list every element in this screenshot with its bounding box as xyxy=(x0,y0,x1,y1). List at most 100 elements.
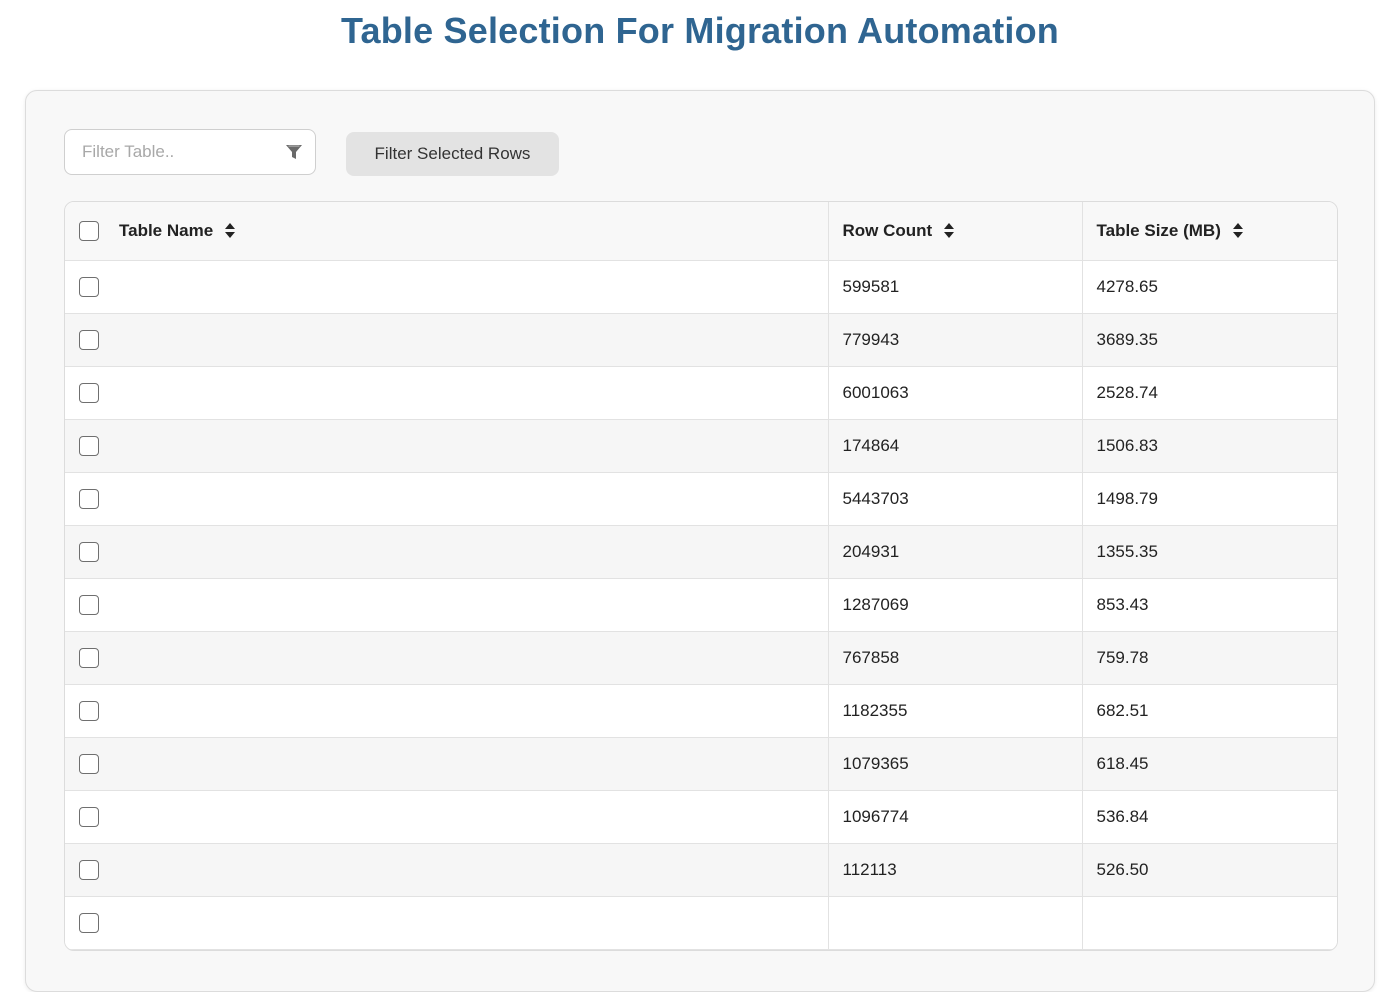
table-row[interactable]: 1096774 536.84 xyxy=(65,790,1337,844)
row-count-cell: 767858 xyxy=(827,631,1082,685)
table-size-cell: 536.84 xyxy=(1081,790,1337,844)
table-size-value: 759.78 xyxy=(1096,647,1149,667)
row-count-cell: 1287069 xyxy=(827,578,1082,632)
funnel-icon[interactable] xyxy=(285,143,303,161)
column-label-table-size: Table Size (MB) xyxy=(1096,220,1221,240)
row-checkbox[interactable] xyxy=(79,329,99,350)
table-size-value: 853.43 xyxy=(1096,594,1149,614)
sort-up-down-icon[interactable] xyxy=(225,223,236,239)
column-label-table-name: Table Name xyxy=(119,220,214,240)
table-size-cell: 4278.65 xyxy=(1081,260,1337,314)
filter-table-box[interactable] xyxy=(64,129,316,175)
table-row[interactable]: 1079365 618.45 xyxy=(65,737,1337,791)
table-size-value: 526.50 xyxy=(1096,859,1149,879)
row-checkbox[interactable] xyxy=(79,276,99,297)
page-title: Table Selection For Migration Automation xyxy=(340,10,1059,51)
row-count-value: 174864 xyxy=(842,435,900,455)
table-row[interactable]: 112113 526.50 xyxy=(65,843,1337,897)
column-header-table-size: Table Size (MB) xyxy=(1081,202,1337,261)
column-header-table-name: Table Name xyxy=(65,202,828,261)
row-count-value: 599581 xyxy=(842,276,900,296)
table-size-value: 618.45 xyxy=(1096,753,1149,773)
row-count-value: 767858 xyxy=(842,647,900,667)
table-size-value: 682.51 xyxy=(1096,700,1149,720)
row-checkbox[interactable] xyxy=(79,700,99,721)
table-name-cell xyxy=(65,631,828,685)
table-selection-panel: Filter Selected Rows Table Name xyxy=(25,90,1375,992)
table-name-cell xyxy=(65,737,828,791)
tables-table: Table Name Row Count Table Size (MB) 599… xyxy=(65,202,1337,950)
sort-up-down-icon[interactable] xyxy=(1232,223,1243,239)
table-row[interactable]: 1182355 682.51 xyxy=(65,684,1337,738)
table-name-cell xyxy=(65,684,828,738)
column-header-row-count: Row Count xyxy=(827,202,1082,261)
filter-table-input[interactable] xyxy=(66,131,276,173)
table-row[interactable]: 6001063 2528.74 xyxy=(65,366,1337,420)
row-count-cell: 1079365 xyxy=(827,737,1082,791)
table-size-cell: 526.50 xyxy=(1081,843,1337,897)
row-count-cell: 112113 xyxy=(827,843,1082,897)
row-checkbox[interactable] xyxy=(79,541,99,562)
table-row[interactable]: 599581 4278.65 xyxy=(65,260,1337,314)
column-label-row-count: Row Count xyxy=(842,220,933,240)
table-row[interactable]: 767858 759.78 xyxy=(65,631,1337,685)
table-name-cell xyxy=(65,843,828,897)
row-count-value: 1096774 xyxy=(842,806,909,826)
table-row[interactable]: 204931 1355.35 xyxy=(65,525,1337,579)
table-header-row: Table Name Row Count Table Size (MB) xyxy=(65,202,1337,261)
row-count-value: 204931 xyxy=(842,541,900,561)
row-count-value: 1287069 xyxy=(842,594,909,614)
table-size-cell: 1355.35 xyxy=(1081,525,1337,579)
row-count-cell: 6001063 xyxy=(827,366,1082,420)
sort-up-down-icon[interactable] xyxy=(944,223,955,239)
select-all-checkbox[interactable] xyxy=(79,220,99,241)
table-size-cell: 1498.79 xyxy=(1081,472,1337,526)
row-count-value: 6001063 xyxy=(842,382,909,402)
table-size-cell: 853.43 xyxy=(1081,578,1337,632)
row-count-cell: 1096774 xyxy=(827,790,1082,844)
table-body: 599581 4278.65 779943 3689.35 6001063 25… xyxy=(65,260,1337,950)
table-size-cell: 1506.83 xyxy=(1081,419,1337,473)
table-row[interactable]: 1287069 853.43 xyxy=(65,578,1337,632)
row-count-cell: 174864 xyxy=(827,419,1082,473)
row-checkbox[interactable] xyxy=(79,594,99,615)
table-size-value: 1506.83 xyxy=(1096,435,1158,455)
table-row[interactable]: 174864 1506.83 xyxy=(65,419,1337,473)
table-size-value: 1498.79 xyxy=(1096,488,1158,508)
row-checkbox[interactable] xyxy=(79,647,99,668)
row-count-cell: 599581 xyxy=(827,260,1082,314)
row-checkbox[interactable] xyxy=(79,753,99,774)
table-name-cell xyxy=(65,472,828,526)
table-size-cell: 2528.74 xyxy=(1081,366,1337,420)
table-size-cell: 759.78 xyxy=(1081,631,1337,685)
table-name-cell xyxy=(65,260,828,314)
row-count-cell: 779943 xyxy=(827,313,1082,367)
table-row[interactable]: 779943 3689.35 xyxy=(65,313,1337,367)
table-name-cell xyxy=(65,525,828,579)
row-count-value: 1182355 xyxy=(842,700,908,720)
row-count-value: 5443703 xyxy=(842,488,909,508)
row-checkbox[interactable] xyxy=(79,435,99,456)
table-size-cell: 618.45 xyxy=(1081,737,1337,791)
row-checkbox[interactable] xyxy=(79,382,99,403)
table-name-cell xyxy=(65,313,828,367)
table-size-value: 4278.65 xyxy=(1096,276,1158,296)
row-count-value: 1079365 xyxy=(842,753,909,773)
row-count-cell: 204931 xyxy=(827,525,1082,579)
table-size-value: 2528.74 xyxy=(1096,382,1158,402)
table-size-value: 3689.35 xyxy=(1096,329,1158,349)
tables-grid: Table Name Row Count Table Size (MB) 599… xyxy=(64,201,1338,951)
filter-selected-rows-button[interactable]: Filter Selected Rows xyxy=(346,132,559,176)
row-checkbox[interactable] xyxy=(79,912,99,933)
row-checkbox[interactable] xyxy=(79,859,99,880)
row-checkbox[interactable] xyxy=(79,806,99,827)
table-row[interactable]: 5443703 1498.79 xyxy=(65,472,1337,526)
row-checkbox[interactable] xyxy=(79,488,99,509)
table-name-cell xyxy=(65,578,828,632)
row-count-cell: 5443703 xyxy=(827,472,1082,526)
table-size-cell: 3689.35 xyxy=(1081,313,1337,367)
table-size-value: 1355.35 xyxy=(1096,541,1158,561)
table-size-cell: 682.51 xyxy=(1081,684,1337,738)
table-size-value: 536.84 xyxy=(1096,806,1149,826)
row-count-value: 112113 xyxy=(842,859,897,879)
